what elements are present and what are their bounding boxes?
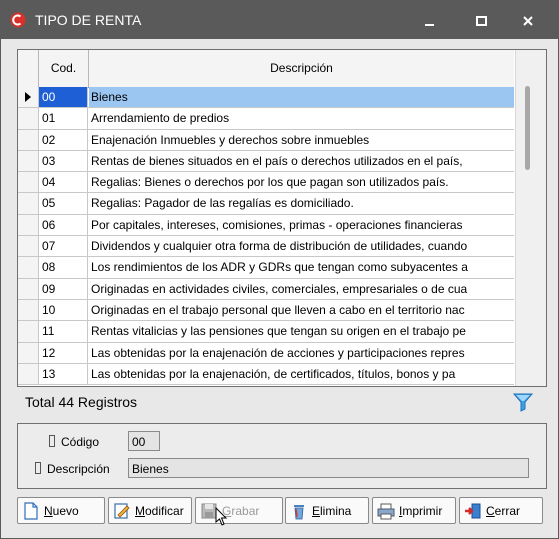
grid-vertical-scrollbar[interactable] <box>515 50 546 386</box>
row-indicator[interactable] <box>18 342 39 363</box>
cell-descripcion[interactable]: Originadas en actividades civiles, comer… <box>89 279 514 299</box>
cell-cod[interactable]: 08 <box>39 257 88 278</box>
table-row[interactable]: 00 Bienes <box>18 87 514 109</box>
row-indicator[interactable] <box>18 129 39 150</box>
table-row[interactable]: 11 Rentas vitalicias y las pensiones que … <box>18 321 514 343</box>
table-row[interactable]: 04 Regalias: Bienes o derechos por los qu… <box>18 172 514 194</box>
column-header-descripcion[interactable]: Descripción <box>89 50 514 87</box>
table-row[interactable]: 10 Originadas en el trabajo personal que … <box>18 299 514 322</box>
detail-panel <box>17 423 547 489</box>
table-row[interactable]: 09 Originadas en actividades civiles, com… <box>18 278 514 300</box>
cell-descripcion[interactable]: Regalias: Bienes o derechos por los que … <box>89 172 514 192</box>
codigo-label: Código <box>49 435 99 449</box>
new-document-icon <box>24 501 38 520</box>
cell-cod[interactable]: 09 <box>39 278 88 299</box>
mouse-cursor-icon <box>215 507 228 526</box>
imprimir-button[interactable]: Imprimir <box>372 497 456 524</box>
minimize-button[interactable] <box>412 9 448 33</box>
table-row[interactable]: 07 Dividendos y cualquier otra forma de d… <box>18 236 514 258</box>
cell-descripcion[interactable]: Por capitales, intereses, comisiones, pr… <box>89 215 514 235</box>
table-row[interactable]: 13 Las obtenidas por la enajenación, de c… <box>18 363 514 386</box>
cell-cod[interactable]: 06 <box>39 214 88 236</box>
current-row-arrow-icon <box>25 92 31 102</box>
nuevo-button[interactable]: Nuevo <box>17 497 105 524</box>
exit-door-icon <box>465 503 481 518</box>
maximize-icon <box>476 16 487 26</box>
codigo-field[interactable]: 00 <box>128 431 160 451</box>
row-indicator[interactable] <box>18 150 39 172</box>
cell-cod[interactable]: 12 <box>39 342 88 363</box>
row-indicator[interactable] <box>18 363 39 385</box>
descripcion-field[interactable]: Bienes <box>128 458 529 478</box>
edit-document-icon <box>114 502 130 519</box>
cell-cod[interactable]: 03 <box>39 150 88 172</box>
table-row[interactable]: 08 Los rendimientos de los ADR y GDRs que… <box>18 257 514 279</box>
cell-descripcion[interactable]: Los rendimientos de los ADR y GDRs que t… <box>89 257 514 277</box>
filter-icon[interactable] <box>512 391 534 413</box>
table-row[interactable]: 05 Regalias: Pagador de las regalías es d… <box>18 193 514 215</box>
row-indicator[interactable] <box>18 278 39 299</box>
header-indicator-cell <box>18 50 39 87</box>
cell-cod[interactable]: 02 <box>39 129 88 150</box>
minimize-icon <box>425 24 434 26</box>
cell-descripcion[interactable]: Rentas de bienes situados en el país o d… <box>89 151 514 171</box>
cell-descripcion[interactable]: Enajenación Inmuebles y derechos sobre i… <box>89 130 514 150</box>
row-indicator[interactable] <box>18 257 39 278</box>
row-indicator[interactable] <box>18 214 39 236</box>
row-indicator[interactable] <box>18 193 39 214</box>
elimina-button[interactable]: Elimina <box>285 497 369 524</box>
row-indicator[interactable] <box>18 172 39 193</box>
cell-descripcion[interactable]: Las obtenidas por la enajenación de acci… <box>89 343 514 363</box>
trash-icon <box>294 504 304 519</box>
tipo-de-renta-window: TIPO DE RENTA Cod. Descripción 00 Bienes 0… <box>0 0 559 539</box>
grid-header: Cod. Descripción <box>18 50 514 88</box>
row-indicator[interactable] <box>18 108 39 129</box>
cell-cod[interactable]: 13 <box>39 363 88 385</box>
table-row[interactable]: 12 Las obtenidas por la enajenación de ac… <box>18 342 514 364</box>
row-indicator[interactable] <box>18 299 39 321</box>
row-indicator[interactable] <box>18 321 39 342</box>
app-logo-icon <box>10 12 26 28</box>
printer-icon <box>377 503 395 519</box>
cell-descripcion[interactable]: Bienes <box>89 87 514 108</box>
table-row[interactable]: 03 Rentas de bienes situados en el país o… <box>18 150 514 173</box>
cell-cod[interactable]: 01 <box>39 108 88 129</box>
table-row[interactable]: 01 Arrendamiento de predios <box>18 108 514 130</box>
renta-grid[interactable]: Cod. Descripción 00 Bienes 01 Arrendamiento… <box>17 49 547 387</box>
cell-descripcion[interactable]: Rentas vitalicias y las pensiones que te… <box>89 321 514 341</box>
grid-rows: 00 Bienes 01 Arrendamiento de predios 02 Enaj… <box>18 87 514 386</box>
descripcion-label: Descripción <box>35 462 110 476</box>
close-button[interactable] <box>510 9 546 33</box>
grabar-button[interactable]: Grabar <box>195 497 283 524</box>
cell-descripcion[interactable]: Arrendamiento de predios <box>89 108 514 128</box>
scrollbar-thumb[interactable] <box>525 86 530 170</box>
cell-cod[interactable]: 00 <box>39 87 88 108</box>
cell-cod[interactable]: 05 <box>39 193 88 214</box>
button-bar: Nuevo Modificar Grabar Elimina Imprimir … <box>17 491 545 527</box>
total-records-label: Total 44 Registros <box>25 394 138 410</box>
row-indicator[interactable] <box>18 236 39 257</box>
cell-descripcion[interactable]: Las obtenidas por la enajenación, de cer… <box>89 364 514 384</box>
title-bar[interactable]: TIPO DE RENTA <box>1 1 558 39</box>
cell-descripcion[interactable]: Regalias: Pagador de las regalías es dom… <box>89 193 514 213</box>
table-row[interactable]: 06 Por capitales, intereses, comisiones, … <box>18 214 514 237</box>
cell-cod[interactable]: 11 <box>39 321 88 342</box>
close-icon <box>523 16 533 26</box>
modificar-button[interactable]: Modificar <box>108 497 192 524</box>
row-indicator[interactable] <box>18 87 39 108</box>
column-header-cod[interactable]: Cod. <box>39 50 89 87</box>
cell-cod[interactable]: 07 <box>39 236 88 257</box>
window-title: TIPO DE RENTA <box>35 12 142 28</box>
cell-descripcion[interactable]: Originadas en el trabajo personal que ll… <box>89 300 514 320</box>
cell-cod[interactable]: 04 <box>39 172 88 193</box>
cerrar-button[interactable]: Cerrar <box>459 497 543 524</box>
cell-cod[interactable]: 10 <box>39 299 88 321</box>
cell-descripcion[interactable]: Dividendos y cualquier otra forma de dis… <box>89 236 514 256</box>
table-row[interactable]: 02 Enajenación Inmuebles y derechos sobre… <box>18 129 514 151</box>
maximize-button[interactable] <box>463 9 499 33</box>
